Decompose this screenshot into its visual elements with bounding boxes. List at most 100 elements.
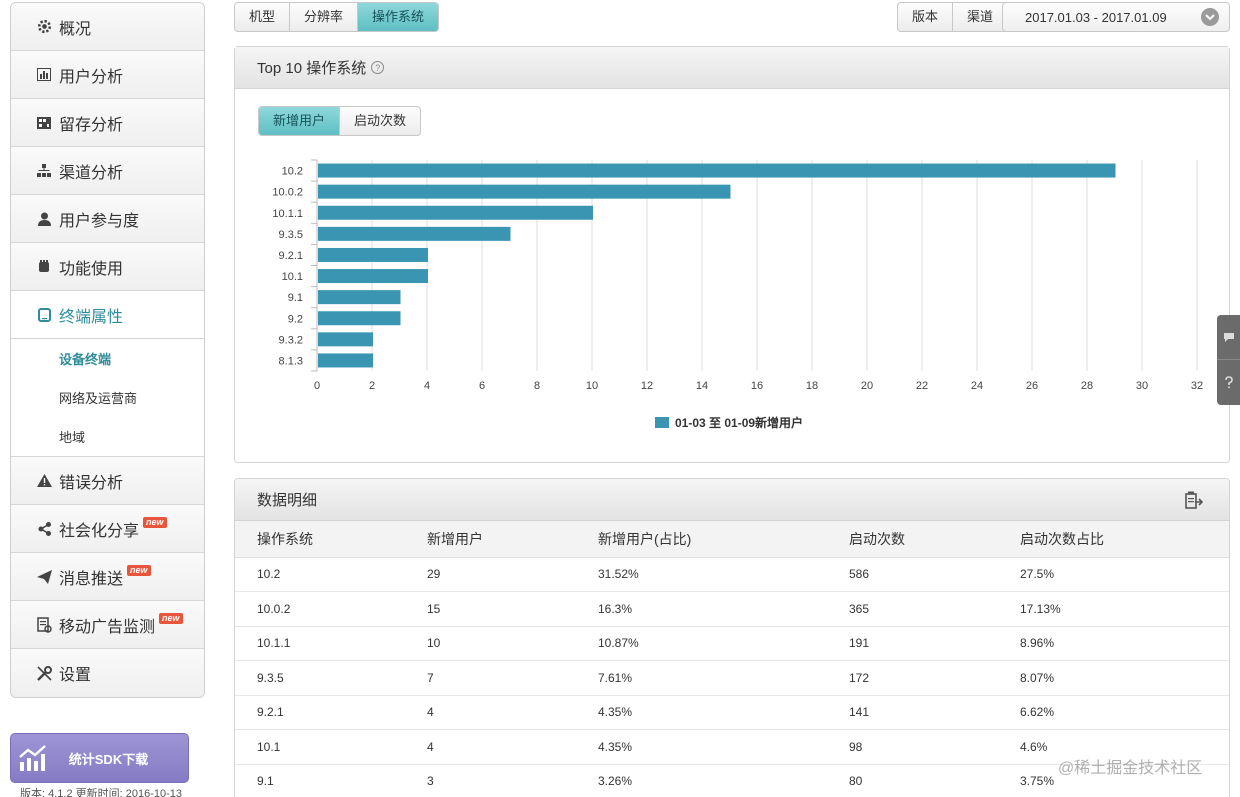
new-badge: new [159,613,183,624]
column-header[interactable]: 新增用户(占比) [576,521,827,558]
table-cell: 141 [827,695,998,730]
table-cell: 10.87% [576,626,827,661]
sidebar-item-label: 终端属性 [59,308,124,326]
table-cell: 8.07% [998,660,1229,696]
column-header[interactable]: 新增用户 [405,521,576,558]
table-cell: 3.26% [576,764,827,797]
tab-os[interactable]: 操作系统 [358,3,439,31]
x-tick-label: 12 [641,380,653,392]
x-tick-label: 8 [534,380,540,392]
bar[interactable] [318,332,373,347]
sidebar-item-label: 设置 [59,667,92,684]
share-icon [35,520,53,538]
sdk-download-label: 统计SDK下载 [68,751,149,767]
sidebar-item-label: 留存分析 [59,116,124,134]
y-category-label: 9.3.2 [279,334,303,346]
bar[interactable] [318,226,511,241]
bar[interactable] [318,290,401,305]
sidebar-item-feature-usage[interactable]: 功能使用 [11,243,204,291]
hierarchy-icon [35,162,53,180]
version-info: 版本: 4.1.2 更新时间: 2016-10-13 [20,788,183,797]
sdk-download-button[interactable]: 统计SDK下载 [10,733,189,783]
device-icon [35,306,53,324]
legend-label[interactable]: 01-03 至 01-09新增用户 [675,415,803,430]
x-tick-label: 28 [1081,380,1093,392]
sidebar-item-engagement[interactable]: 用户参与度 [11,195,204,243]
sidebar: 概况 用户分析 留存分析 渠道分析 用户参与度 功能使用 终端属性 设备终端 网… [10,2,205,698]
question-icon[interactable] [1217,360,1240,405]
sidebar-item-channel[interactable]: 渠道分析 [11,147,204,195]
table-cell: 9.1 [235,764,405,797]
sidebar-item-error-analysis[interactable]: 错误分析 [11,457,204,505]
hand-icon [35,258,53,276]
x-tick-label: 4 [424,380,430,392]
bar[interactable] [318,269,428,284]
filter-channel[interactable]: 渠道 [953,3,1007,31]
y-category-label: 10.0.2 [272,187,303,199]
sidebar-item-settings[interactable]: 设置 [11,649,204,697]
warning-icon [35,472,53,490]
y-category-label: 10.1 [282,271,303,283]
gear-icon [35,18,53,36]
sidebar-item-label: 社会化分享 [59,522,140,540]
bar[interactable] [318,247,428,262]
bar[interactable] [318,163,1116,178]
chat-icon[interactable] [1217,315,1240,360]
tab-resolution[interactable]: 分辨率 [290,3,359,31]
sidebar-subitem-network[interactable]: 网络及运营商 [11,378,204,417]
table-row: 9.3.5 7 7.61% 172 8.07% [235,660,1229,696]
detail-panel-title: 数据明细 [257,492,318,509]
table-cell: 7 [405,660,576,696]
sidebar-subitem-region[interactable]: 地域 [11,417,204,456]
column-header[interactable]: 启动次数 [827,521,998,558]
table-cell: 27.5% [998,557,1229,592]
x-tick-label: 22 [916,380,928,392]
table-cell: 586 [827,557,998,592]
bar[interactable] [318,353,373,368]
table-cell: 15 [405,591,576,627]
new-badge: new [127,565,151,576]
sidebar-item-label: 功能使用 [59,260,124,278]
table-cell: 31.52% [576,557,827,592]
bar[interactable] [318,184,731,199]
y-category-label: 10.2 [282,166,303,178]
sidebar-item-ad-monitor[interactable]: 移动广告监测 new [11,601,204,649]
sidebar-item-overview[interactable]: 概况 [11,3,204,51]
bar[interactable] [318,205,593,220]
table-row: 10.1.1 10 10.87% 191 8.96% [235,626,1229,661]
bar[interactable] [318,311,401,326]
date-range-select[interactable]: 2017.01.03 - 2017.01.09 [1002,2,1230,32]
tab-model[interactable]: 机型 [235,3,291,31]
export-icon[interactable] [1185,491,1204,513]
x-tick-label: 0 [314,380,320,392]
sidebar-item-device-attributes[interactable]: 终端属性 [11,291,204,339]
watermark: @稀土掘金技术社区 [1058,760,1203,777]
x-tick-label: 6 [479,380,485,392]
table-header-row: 操作系统 新增用户 新增用户(占比) 启动次数 启动次数占比 [235,521,1229,558]
column-header[interactable]: 启动次数占比 [998,521,1229,558]
bar-chart-icon [35,66,53,84]
y-category-label: 9.2 [288,313,303,325]
table-row: 9.2.1 4 4.35% 141 6.62% [235,695,1229,730]
legend-swatch [655,417,669,428]
table-cell: 10 [405,626,576,661]
column-header[interactable]: 操作系统 [235,521,405,558]
trend-chart-icon [11,744,55,772]
sidebar-item-social-share[interactable]: 社会化分享 new [11,505,204,553]
x-tick-label: 10 [586,380,598,392]
x-tick-label: 2 [369,380,375,392]
x-tick-label: 16 [751,380,763,392]
filter-tabs: 版本 渠道 [897,2,1009,32]
sidebar-item-label: 错误分析 [59,474,124,492]
sidebar-submenu: 设备终端 网络及运营商 地域 [11,339,204,457]
table-cell: 4.35% [576,695,827,730]
sidebar-item-retention[interactable]: 留存分析 [11,99,204,147]
sidebar-item-user-analysis[interactable]: 用户分析 [11,51,204,99]
floating-toolbar [1217,315,1240,405]
sidebar-item-push[interactable]: 消息推送 new [11,553,204,601]
sidebar-subitem-device[interactable]: 设备终端 [11,339,204,378]
table-cell: 191 [827,626,998,661]
table-cell: 80 [827,764,998,797]
filter-version[interactable]: 版本 [898,3,954,31]
table-cell: 365 [827,591,998,627]
